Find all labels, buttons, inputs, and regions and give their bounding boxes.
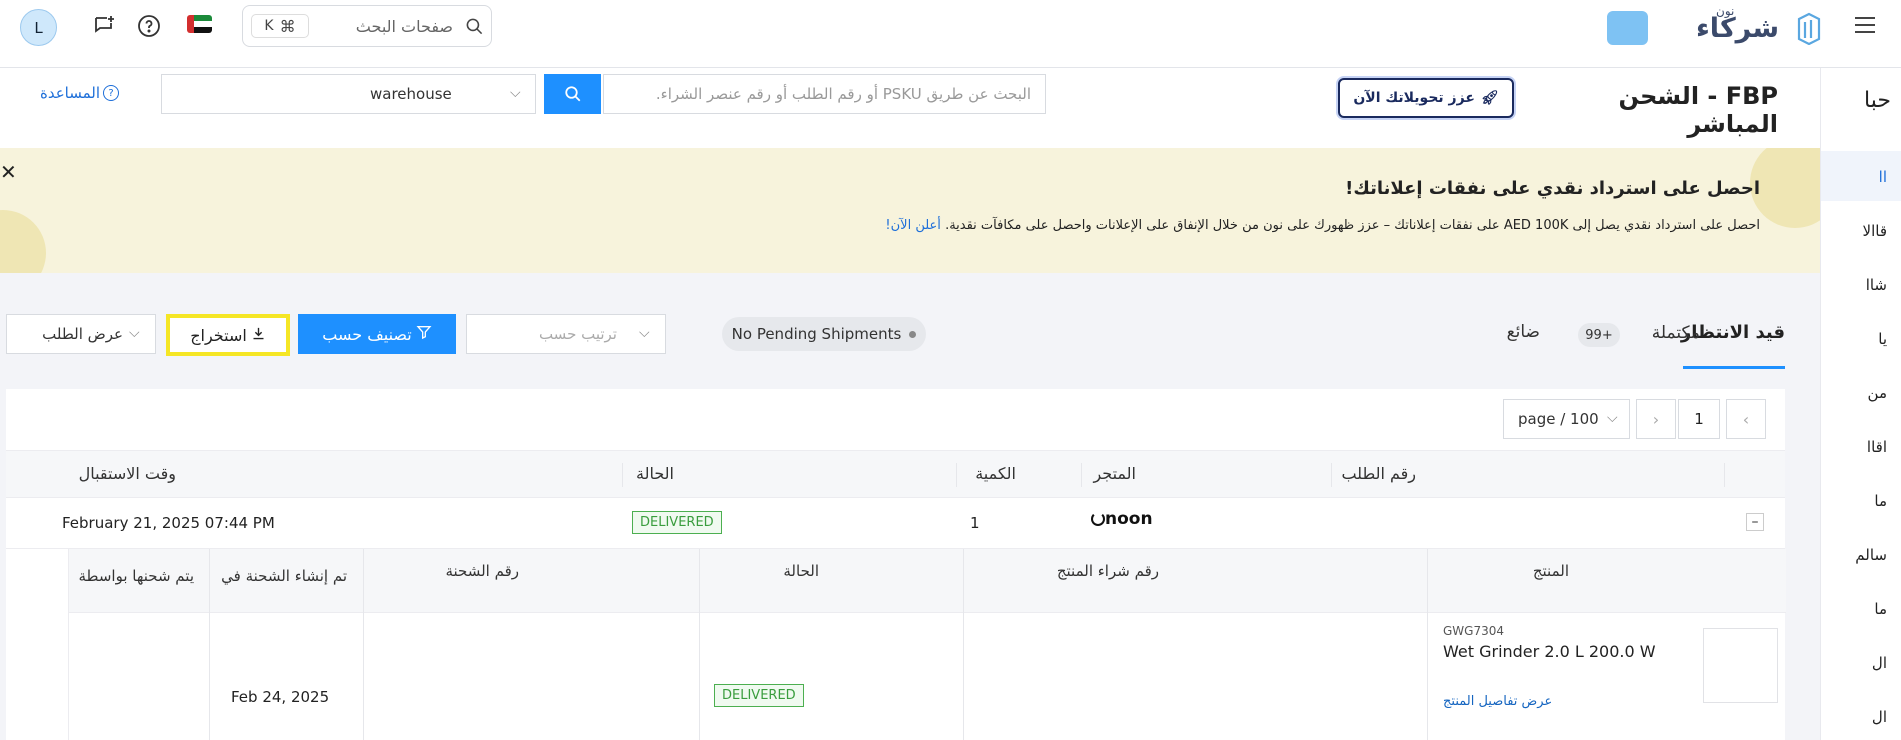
- col-product: المنتج: [1532, 562, 1569, 580]
- close-icon[interactable]: ✕: [0, 160, 17, 184]
- product-sku: GWG7304: [1443, 624, 1505, 638]
- order-quantity: 1: [970, 514, 980, 532]
- product-image: [1703, 628, 1778, 703]
- tab-active-underline: [1683, 366, 1785, 369]
- menu-icon[interactable]: [1855, 17, 1875, 33]
- sidebar-item[interactable]: ما: [1821, 600, 1887, 618]
- collapse-row-icon[interactable]: –: [1746, 513, 1764, 531]
- tab-lost[interactable]: ضائع: [1480, 322, 1540, 342]
- sidebar-item[interactable]: اا: [1821, 168, 1887, 186]
- view-order-select[interactable]: ⌵ عرض الطلب: [6, 314, 156, 354]
- chevron-down-icon: ⌵: [639, 325, 650, 341]
- sidebar-item[interactable]: سالم: [1821, 546, 1887, 564]
- col-purchase-number: رقم شراء المنتج: [1056, 562, 1159, 580]
- col-order-number: رقم الطلب: [1341, 464, 1416, 483]
- help-icon[interactable]: [135, 12, 163, 40]
- sidebar-item[interactable]: شاا: [1821, 276, 1887, 294]
- received-time: February 21, 2025 07:44 PM: [62, 514, 275, 532]
- col-received-time: وقت الاستقبال: [78, 464, 176, 483]
- orders-panel: ‹ 1 › page / 100 ⌵ رقم الطلب المتجر الكم…: [6, 389, 1786, 740]
- filter-button[interactable]: تصنيف حسب: [298, 314, 456, 354]
- banner-body: احصل على استرداد نقدي يصل إلى AED 100K ع…: [760, 218, 1760, 233]
- rocket-icon: 🚀︎: [1480, 90, 1499, 106]
- pending-status-pill: No Pending Shipments: [722, 317, 926, 351]
- item-status-badge: DELIVERED: [714, 684, 804, 707]
- top-bar: L K ⌘ صفحات البحث نون شركاء: [0, 0, 1901, 68]
- global-search[interactable]: K ⌘ صفحات البحث: [242, 5, 492, 47]
- page-title: FBP - الشحن المباشر: [1618, 82, 1778, 138]
- noon-store-logo: noon: [1091, 509, 1153, 529]
- warehouse-select[interactable]: ⌵ warehouse: [161, 74, 536, 114]
- feedback-icon[interactable]: [90, 12, 118, 40]
- prev-page-button[interactable]: ‹: [1726, 399, 1766, 439]
- page-size-value: page / 100: [1518, 410, 1599, 428]
- order-search-input[interactable]: البحث عن طريق PSKU أو رقم الطلب أو رقم ع…: [603, 74, 1046, 114]
- item-table-header: المنتج رقم شراء المنتج الحالة رقم الشحنة…: [69, 549, 1786, 740]
- noon-arc-icon: [1091, 512, 1105, 526]
- status-badge: DELIVERED: [632, 511, 722, 534]
- banner-decoration: [0, 210, 46, 273]
- uae-flag-icon[interactable]: [187, 15, 212, 33]
- command-key-icon: ⌘: [279, 16, 296, 36]
- sidebar-item[interactable]: يا: [1821, 330, 1887, 348]
- help-link[interactable]: المساعدة ?: [40, 84, 120, 102]
- sidebar-item[interactable]: ال: [1821, 654, 1887, 672]
- sidebar-item[interactable]: ال: [1821, 708, 1887, 726]
- sidebar-title: حبا: [1864, 88, 1891, 113]
- table-row[interactable]: – noon 1 DELIVERED February 21, 2025 07:…: [6, 499, 1785, 549]
- col-shipment-number: رقم الشحنة: [445, 562, 519, 580]
- brand-name: شركاء: [1696, 13, 1779, 44]
- global-search-input[interactable]: صفحات البحث: [323, 17, 453, 36]
- col-item-status: الحالة: [783, 562, 819, 580]
- banner-decoration: [1750, 148, 1820, 228]
- page-number-input[interactable]: 1: [1678, 399, 1720, 439]
- product-name: Wet Grinder 2.0 L 200.0 W: [1443, 642, 1656, 661]
- orders-table-header: رقم الطلب المتجر الكمية الحالة وقت الاست…: [6, 450, 1785, 498]
- export-button[interactable]: استخراج: [166, 314, 290, 356]
- shortcut-hint: K ⌘: [251, 14, 309, 38]
- col-quantity: الكمية: [975, 464, 1016, 483]
- col-shipment-created: تم إنشاء الشحنة في: [221, 567, 347, 585]
- help-circle-icon: ?: [103, 85, 120, 101]
- sort-placeholder: ترتيب حسب: [538, 325, 617, 343]
- chevron-down-icon: ⌵: [1607, 410, 1618, 426]
- order-search-button[interactable]: [544, 74, 601, 114]
- completed-count-badge: 99+: [1578, 323, 1620, 347]
- sidebar: حبا اا قاالا شاا يا من اقاا ما سالم ما ا…: [1820, 68, 1901, 740]
- status-dot-icon: [909, 330, 917, 338]
- filter-icon: [416, 324, 432, 344]
- chevron-down-icon: ⌵: [129, 325, 140, 341]
- sidebar-item[interactable]: من: [1821, 384, 1887, 402]
- item-row: GWG7304 Wet Grinder 2.0 L 200.0 W عرض تف…: [69, 614, 1786, 740]
- sub-header: المساعدة ? ⌵ warehouse البحث عن طريق PSK…: [0, 68, 1820, 148]
- item-subtable: المنتج رقم شراء المنتج الحالة رقم الشحنة…: [68, 549, 1786, 740]
- product-details-link[interactable]: عرض تفاصيل المنتج: [1443, 694, 1552, 709]
- col-shipped-by: يتم شحنها بواسطة: [78, 567, 195, 585]
- next-page-button[interactable]: ›: [1636, 399, 1676, 439]
- chevron-down-icon: ⌵: [510, 85, 521, 101]
- warehouse-value: warehouse: [370, 85, 452, 103]
- shipment-created-date: Feb 24, 2025: [231, 688, 330, 706]
- banner-body-text: احصل على استرداد نقدي يصل إلى AED 100K ع…: [945, 218, 1760, 233]
- store-switcher[interactable]: [1607, 11, 1648, 45]
- brand-logo[interactable]: نون شركاء: [1696, 4, 1824, 50]
- boost-conversions-button[interactable]: 🚀︎ عزز تحويلاتك الآن: [1338, 78, 1514, 118]
- sort-select[interactable]: ⌵ ترتيب حسب: [466, 314, 666, 354]
- sidebar-item[interactable]: ما: [1821, 492, 1887, 510]
- col-status: الحالة: [636, 464, 674, 483]
- banner-headline: احصل على استرداد نقدي على نفقات إعلاناتك…: [1345, 178, 1760, 199]
- page-size-select[interactable]: page / 100 ⌵: [1503, 399, 1630, 439]
- view-order-label: عرض الطلب: [42, 325, 123, 343]
- banner-cta-link[interactable]: أعلن الآن!: [885, 218, 941, 233]
- search-icon: [465, 17, 484, 40]
- promo-banner: ✕ احصل على استرداد نقدي على نفقات إعلانا…: [0, 148, 1820, 273]
- brand-mark-icon: [1796, 11, 1822, 49]
- download-icon: [251, 326, 266, 345]
- sidebar-item[interactable]: اقاا: [1821, 438, 1887, 456]
- avatar[interactable]: L: [20, 9, 57, 46]
- sidebar-item[interactable]: قاالا: [1821, 222, 1887, 240]
- col-store: المتجر: [1093, 464, 1136, 483]
- tab-completed[interactable]: مكتملة: [1620, 323, 1700, 343]
